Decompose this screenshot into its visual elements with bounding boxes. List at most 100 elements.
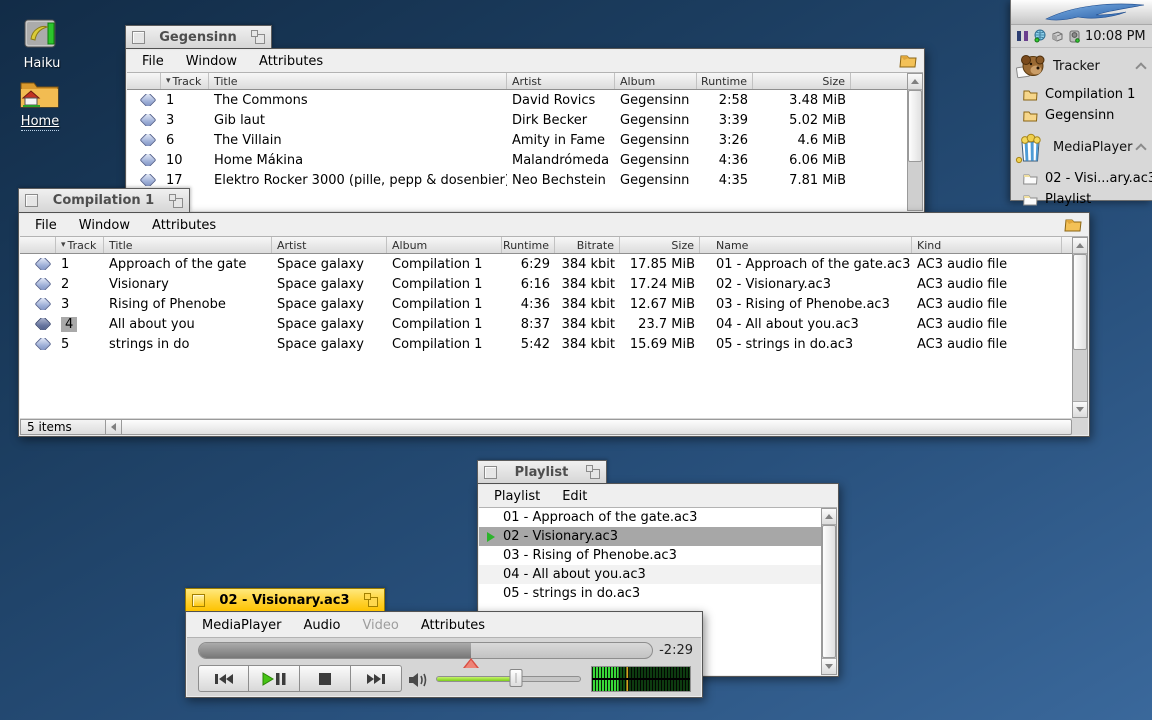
menu-mediaplayer[interactable]: MediaPlayer — [191, 616, 293, 635]
folder-icon[interactable] — [899, 53, 918, 69]
column-header-track[interactable]: ▾Track — [161, 73, 209, 89]
close-button[interactable] — [192, 594, 205, 607]
menu-playlist[interactable]: Playlist — [483, 487, 551, 506]
table-row[interactable]: 1 The Commons David Rovics Gegensinn 2:5… — [127, 90, 907, 110]
next-track-button[interactable] — [351, 665, 402, 692]
column-header-title[interactable]: Title — [104, 237, 272, 253]
deskbar-window-compilation[interactable]: Compilation 1 — [1011, 84, 1152, 105]
stop-button[interactable] — [300, 665, 351, 692]
scrollbar-thumb[interactable] — [822, 525, 836, 658]
column-header-size[interactable]: Size — [620, 237, 700, 253]
column-header-track[interactable]: ▾Track — [56, 237, 104, 253]
mediaplayer-menubar: MediaPlayer Audio Video Attributes — [187, 613, 701, 638]
table-row[interactable]: 1 Approach of the gate Space galaxy Comp… — [20, 254, 1072, 274]
media-mixer-icon[interactable] — [1067, 29, 1082, 44]
menu-attributes[interactable]: Attributes — [248, 52, 334, 71]
playlist-item-playing[interactable]: 02 - Visionary.ac3 — [479, 527, 821, 546]
menu-attributes[interactable]: Attributes — [410, 616, 496, 635]
compilation-window-tab[interactable]: Compilation 1 — [18, 188, 190, 212]
table-row[interactable]: 10 Home Mákina Malandrómeda Gegensinn 4:… — [127, 150, 907, 170]
position-marker-icon[interactable] — [463, 658, 479, 668]
vertical-scrollbar[interactable] — [1072, 237, 1088, 418]
scrollbar-thumb[interactable] — [908, 90, 922, 162]
table-row-selected[interactable]: 4 All about you Space galaxy Compilation… — [20, 314, 1072, 334]
table-row[interactable]: 17 Elektro Rocker 3000 (pille, pepp & do… — [127, 170, 907, 190]
deskbar-window-gegensinn[interactable]: Gegensinn — [1011, 105, 1152, 126]
desktop-icon-haiku[interactable]: Haiku — [12, 14, 72, 71]
speaker-icon[interactable] — [408, 671, 430, 689]
menu-file[interactable]: File — [24, 216, 68, 235]
vertical-scrollbar[interactable] — [821, 508, 837, 675]
playlist-item[interactable]: 03 - Rising of Phenobe.ac3 — [479, 546, 821, 565]
playlist-item[interactable]: 01 - Approach of the gate.ac3 — [479, 508, 821, 527]
playlist-item[interactable]: 04 - All about you.ac3 — [479, 565, 821, 584]
menu-window[interactable]: Window — [68, 216, 141, 235]
cell-track: 3 — [161, 113, 209, 128]
horizontal-scrollbar-thumb[interactable] — [122, 419, 1072, 435]
zoom-button[interactable] — [586, 465, 600, 479]
column-header-blank[interactable] — [127, 73, 161, 89]
column-header-album[interactable]: Album — [615, 73, 697, 89]
gegensinn-window-tab[interactable]: Gegensinn — [125, 25, 272, 48]
collapse-arrow-icon[interactable] — [1135, 62, 1146, 73]
vertical-scrollbar[interactable] — [907, 73, 923, 211]
scroll-left-button[interactable] — [106, 419, 122, 435]
column-header-artist[interactable]: Artist — [272, 237, 387, 253]
menu-edit[interactable]: Edit — [551, 487, 598, 506]
close-button[interactable] — [132, 31, 145, 44]
clock[interactable]: 10:08 PM — [1085, 29, 1146, 44]
scroll-up-button[interactable] — [822, 509, 836, 525]
package-daemon-icon[interactable] — [1050, 29, 1064, 43]
volume-slider[interactable] — [436, 668, 581, 688]
column-header-bitrate[interactable]: Bitrate — [555, 237, 620, 253]
column-header-kind[interactable]: Kind — [912, 237, 1062, 253]
table-row[interactable]: 3 Rising of Phenobe Space galaxy Compila… — [20, 294, 1072, 314]
desktop-icon-home[interactable]: Home — [10, 74, 70, 131]
column-header-title[interactable]: Title — [209, 73, 507, 89]
volume-thumb[interactable] — [509, 669, 522, 687]
network-status-icon[interactable] — [1033, 29, 1047, 43]
table-row[interactable]: 5 strings in do Space galaxy Compilation… — [20, 334, 1072, 354]
column-header-album[interactable]: Album — [387, 237, 502, 253]
deskbar-window-visionary[interactable]: 02 - Visi...ary.ac3 — [1011, 168, 1152, 189]
deskbar-app-tracker[interactable]: Tracker — [1011, 48, 1152, 84]
column-header-runtime[interactable]: Runtime — [502, 237, 555, 253]
close-button[interactable] — [25, 194, 38, 207]
seek-bar[interactable] — [198, 642, 653, 659]
column-header-blank[interactable] — [20, 237, 56, 253]
mediaplayer-window-tab[interactable]: 02 - Visionary.ac3 — [185, 588, 385, 611]
scroll-up-button[interactable] — [1073, 238, 1087, 254]
cell-size: 5.02 MiB — [753, 113, 851, 128]
table-row[interactable]: 2 Visionary Space galaxy Compilation 1 6… — [20, 274, 1072, 294]
table-row[interactable]: 3 Gib laut Dirk Becker Gegensinn 3:39 5.… — [127, 110, 907, 130]
process-controller-icon[interactable] — [1016, 29, 1030, 43]
scroll-up-button[interactable] — [908, 74, 922, 90]
playlist-item[interactable]: 05 - strings in do.ac3 — [479, 584, 821, 603]
zoom-button[interactable] — [169, 194, 183, 208]
play-pause-button[interactable] — [249, 665, 300, 692]
column-headers: ▾Track Title Artist Album Runtime Size — [127, 73, 907, 90]
column-header-name[interactable]: Name — [700, 237, 912, 253]
menu-audio[interactable]: Audio — [293, 616, 352, 635]
deskbar-app-mediaplayer[interactable]: MediaPlayer — [1011, 126, 1152, 168]
previous-track-button[interactable] — [198, 665, 249, 692]
zoom-button[interactable] — [364, 593, 378, 607]
playlist-window-tab[interactable]: Playlist — [477, 460, 607, 483]
collapse-arrow-icon[interactable] — [1135, 143, 1146, 154]
column-header-size[interactable]: Size — [753, 73, 851, 89]
menu-file[interactable]: File — [131, 52, 175, 71]
scroll-down-button[interactable] — [822, 658, 836, 674]
folder-icon[interactable] — [1064, 217, 1083, 233]
close-button[interactable] — [484, 466, 497, 479]
zoom-button[interactable] — [251, 30, 265, 44]
column-header-runtime[interactable]: Runtime — [697, 73, 753, 89]
deskbar-window-playlist[interactable]: Playlist — [1011, 189, 1152, 210]
column-header-artist[interactable]: Artist — [507, 73, 615, 89]
table-row[interactable]: 6 The Villain Amity in Fame Gegensinn 3:… — [127, 130, 907, 150]
deskbar-menu[interactable] — [1011, 0, 1152, 25]
menu-window[interactable]: Window — [175, 52, 248, 71]
cell-size: 3.48 MiB — [753, 93, 851, 108]
menu-attributes[interactable]: Attributes — [141, 216, 227, 235]
scroll-down-button[interactable] — [1073, 401, 1087, 417]
scrollbar-thumb[interactable] — [1073, 254, 1087, 350]
